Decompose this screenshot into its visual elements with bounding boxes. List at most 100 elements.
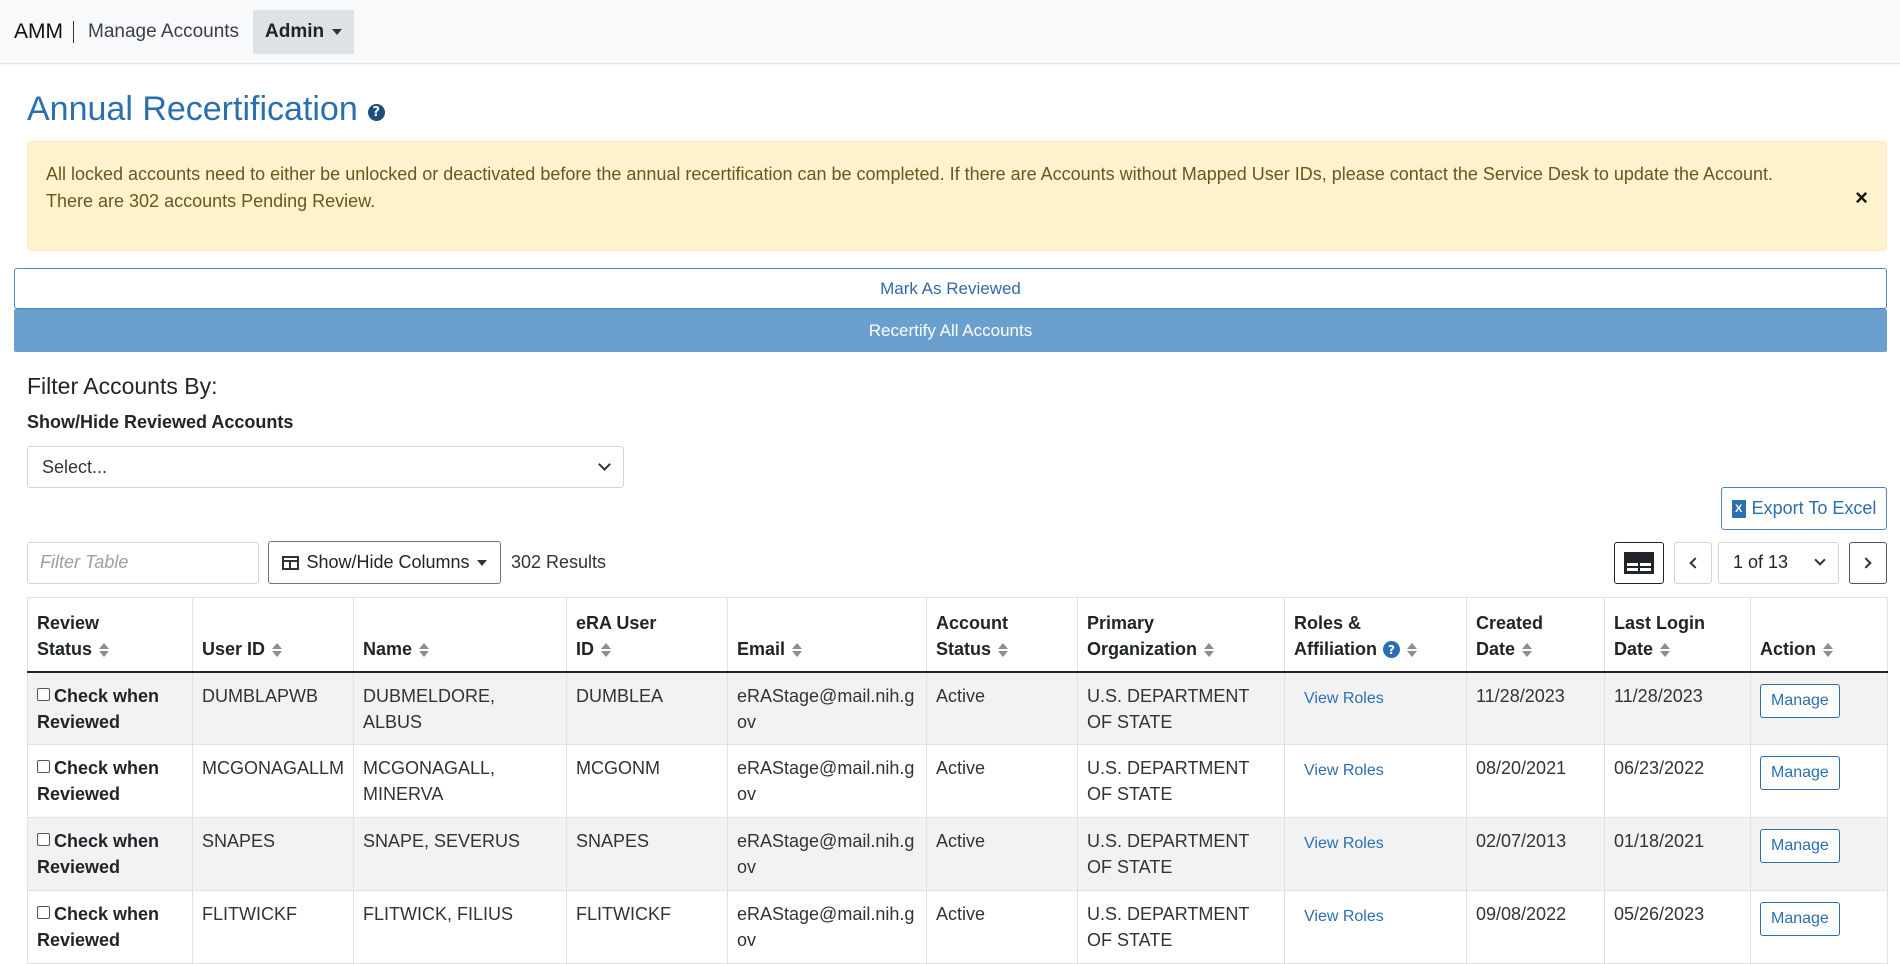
prev-page-button[interactable]	[1674, 541, 1712, 584]
results-count: 302 Results	[511, 552, 607, 572]
alert-message: All locked accounts need to either be un…	[46, 164, 1774, 184]
sort-icon[interactable]	[1660, 642, 1671, 658]
reviewed-filter-select[interactable]: Select...	[27, 446, 624, 488]
review-checkbox-label: Check when Reviewed	[37, 904, 160, 950]
header-primary-organization[interactable]: Primary Organization	[1077, 597, 1285, 673]
sort-icon[interactable]	[1522, 642, 1533, 658]
manage-button[interactable]: Manage	[1760, 829, 1840, 863]
help-icon[interactable]: ?	[367, 104, 385, 121]
accounts-table: Review Status User ID Name eRA User ID Ema…	[27, 597, 1888, 964]
cell-era-user-id: MCGONM	[566, 744, 728, 818]
app-brand[interactable]: AMM	[14, 20, 74, 43]
cell-user-id: SNAPES	[192, 817, 354, 891]
sort-icon[interactable]	[998, 642, 1009, 658]
sort-icon[interactable]	[792, 642, 803, 658]
next-page-button[interactable]	[1849, 541, 1887, 584]
header-created-date[interactable]: Created Date	[1466, 597, 1605, 673]
review-checkbox-label: Check when Reviewed	[37, 758, 160, 804]
cell-primary-organization: U.S. DEPARTMENT OF STATE	[1077, 890, 1285, 964]
cell-account-status: Active	[926, 890, 1078, 964]
page-title: Annual Recertification	[27, 90, 358, 128]
page-select[interactable]: 1 of 13	[1718, 541, 1839, 584]
cell-name: FLITWICK, FILIUS	[353, 890, 567, 964]
grid-view-button[interactable]	[1614, 541, 1664, 584]
sort-icon[interactable]	[601, 642, 611, 658]
chevron-down-icon	[1814, 554, 1826, 566]
recertification-alert: All locked accounts need to either be un…	[27, 141, 1887, 251]
page-value: 1 of 13	[1733, 552, 1789, 572]
cell-name: SNAPE, SEVERUS	[353, 817, 567, 891]
header-era-user-id[interactable]: eRA User ID	[566, 597, 728, 673]
filter-label: Show/Hide Reviewed Accounts	[27, 412, 294, 432]
header-account-status[interactable]: Account Status	[926, 597, 1078, 673]
manage-button[interactable]: Manage	[1760, 756, 1840, 790]
header-name[interactable]: Name	[353, 597, 567, 673]
header-last-login-date[interactable]: Last Login Date	[1604, 597, 1751, 673]
nav-admin-label: Admin	[265, 20, 325, 42]
chevron-right-icon	[1860, 556, 1872, 569]
table-row: Check when Reviewed MCGONAGALLM MCGONAGA…	[27, 744, 1888, 818]
cell-primary-organization: U.S. DEPARTMENT OF STATE	[1077, 671, 1285, 745]
cell-last-login-date: 01/18/2021	[1604, 817, 1751, 891]
nav-admin-dropdown[interactable]: Admin	[253, 9, 355, 54]
cell-email: eRAStage@mail.nih.gov	[727, 890, 927, 964]
caret-down-icon	[476, 559, 487, 566]
header-user-id[interactable]: User ID	[192, 597, 354, 673]
help-icon[interactable]: ?	[1383, 641, 1400, 659]
sort-icon[interactable]	[1407, 642, 1417, 658]
top-navbar: AMM Manage Accounts Admin	[0, 0, 1900, 64]
manage-button[interactable]: Manage	[1760, 683, 1840, 718]
table-row: Check when Reviewed FLITWICKF FLITWICK, …	[27, 890, 1888, 964]
review-checkbox[interactable]	[37, 833, 50, 846]
title-row: Annual Recertification ?	[27, 90, 1886, 129]
export-row: X Export To Excel	[14, 487, 1887, 530]
show-hide-columns-button[interactable]: Show/Hide Columns	[268, 541, 501, 584]
sort-icon[interactable]	[1204, 642, 1215, 658]
header-email[interactable]: Email	[727, 597, 927, 673]
view-roles-link[interactable]: View Roles	[1294, 686, 1384, 712]
review-checkbox[interactable]	[37, 760, 50, 773]
cell-era-user-id: FLITWICKF	[566, 890, 728, 964]
cell-created-date: 11/28/2023	[1466, 671, 1605, 745]
chevron-down-icon	[598, 458, 611, 471]
view-roles-link[interactable]: View Roles	[1294, 758, 1384, 784]
table-row: Check when Reviewed DUMBLAPWB DUBMELDORE…	[27, 671, 1888, 745]
cell-user-id: FLITWICKF	[192, 890, 354, 964]
cell-name: MCGONAGALL, MINERVA	[353, 744, 567, 818]
close-icon[interactable]: ×	[1855, 184, 1868, 211]
cell-email: eRAStage@mail.nih.gov	[727, 671, 927, 745]
recertify-all-button[interactable]: Recertify All Accounts	[14, 309, 1887, 352]
sort-icon[interactable]	[99, 642, 110, 658]
cell-email: eRAStage@mail.nih.gov	[727, 817, 927, 891]
cell-created-date: 08/20/2021	[1466, 744, 1605, 818]
cell-last-login-date: 06/23/2022	[1604, 744, 1751, 818]
header-action[interactable]: Action	[1750, 597, 1888, 673]
sort-icon[interactable]	[419, 642, 430, 658]
select-value: Select...	[42, 456, 108, 477]
excel-icon: X	[1731, 499, 1746, 518]
columns-icon	[282, 555, 300, 570]
cell-account-status: Active	[926, 744, 1078, 818]
page-content: Annual Recertification ? All locked acco…	[0, 90, 1900, 964]
view-roles-link[interactable]: View Roles	[1294, 904, 1384, 930]
header-review-status[interactable]: Review Status	[27, 597, 193, 673]
review-checkbox[interactable]	[37, 687, 50, 701]
caret-down-icon	[332, 28, 343, 35]
filter-title: Filter Accounts By:	[27, 373, 218, 399]
cell-name: DUBMELDORE, ALBUS	[353, 671, 567, 745]
manage-button[interactable]: Manage	[1760, 902, 1840, 936]
show-hide-columns-label: Show/Hide Columns	[306, 552, 470, 572]
nav-manage-accounts[interactable]: Manage Accounts	[74, 10, 253, 54]
review-checkbox-label: Check when Reviewed	[37, 831, 160, 877]
review-checkbox[interactable]	[37, 906, 50, 919]
sort-icon[interactable]	[272, 642, 283, 658]
cell-user-id: MCGONAGALLM	[192, 744, 354, 818]
sort-icon[interactable]	[1823, 642, 1833, 658]
view-roles-link[interactable]: View Roles	[1294, 831, 1384, 857]
export-excel-button[interactable]: X Export To Excel	[1721, 487, 1887, 530]
header-roles-affiliation[interactable]: Roles & Affiliation?	[1284, 597, 1467, 673]
mark-as-reviewed-button[interactable]: Mark As Reviewed	[14, 268, 1887, 309]
cell-created-date: 09/08/2022	[1466, 890, 1605, 964]
table-header-row: Review Status User ID Name eRA User ID Ema…	[27, 597, 1888, 673]
filter-table-input[interactable]	[27, 541, 259, 584]
